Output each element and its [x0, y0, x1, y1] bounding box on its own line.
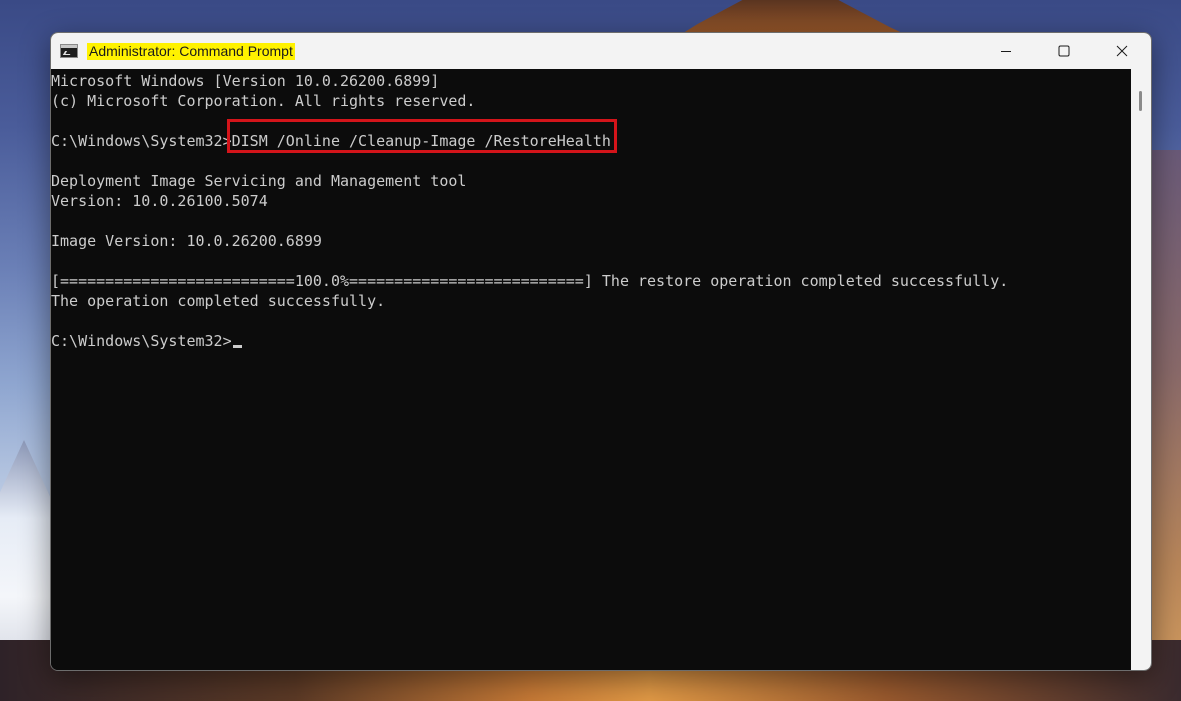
result-line: The operation completed successfully.: [51, 292, 386, 310]
prompt-text-2: C:\Windows\System32>: [51, 332, 232, 350]
copyright-line: (c) Microsoft Corporation. All rights re…: [51, 92, 476, 110]
minimize-icon: [1001, 51, 1011, 52]
maximize-icon: [1058, 45, 1070, 57]
caption-buttons: [977, 33, 1151, 69]
minimize-button[interactable]: [977, 33, 1035, 69]
window-title: Administrator: Command Prompt: [87, 42, 295, 60]
close-button[interactable]: [1093, 33, 1151, 69]
command-highlight-box: [226, 119, 617, 153]
text-cursor: [232, 345, 242, 348]
image-version-line: Image Version: 10.0.26200.6899: [51, 232, 322, 250]
progress-line: [==========================100.0%=======…: [51, 272, 1009, 290]
maximize-button[interactable]: [1035, 33, 1093, 69]
tool-version-line: Version: 10.0.26100.5074: [51, 192, 268, 210]
tool-name-line: Deployment Image Servicing and Managemen…: [51, 172, 467, 190]
vertical-scrollbar[interactable]: [1131, 69, 1151, 670]
close-icon: [1116, 45, 1128, 57]
prompt-text: C:\Windows\System32>: [51, 132, 232, 150]
prompt-line: C:\Windows\System32>: [51, 331, 242, 351]
version-line: Microsoft Windows [Version 10.0.26200.68…: [51, 72, 440, 90]
console-app-icon[interactable]: [60, 44, 78, 58]
console-output[interactable]: Microsoft Windows [Version 10.0.26200.68…: [51, 69, 1131, 670]
command-prompt-window[interactable]: Administrator: Command Prompt Microsoft: [50, 32, 1152, 671]
scrollbar-thumb[interactable]: [1139, 91, 1142, 111]
title-bar[interactable]: Administrator: Command Prompt: [51, 33, 1151, 69]
